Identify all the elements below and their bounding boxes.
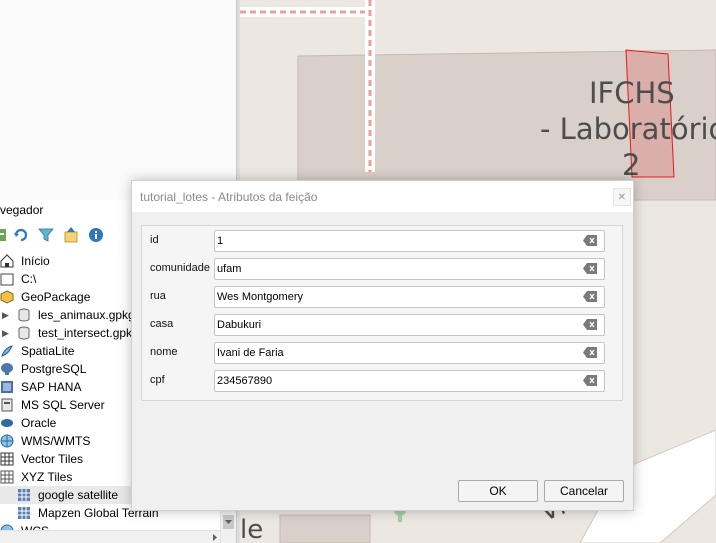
postgresql-icon (0, 362, 14, 376)
panel-empty-area (0, 0, 236, 200)
oracle-icon (0, 416, 14, 430)
tree-item-label: GeoPackage (21, 290, 91, 304)
field-label: comunidade (150, 262, 210, 274)
field-label: cpf (150, 374, 165, 386)
field-row: rua (142, 286, 622, 308)
dialog-title: tutorial_lotes - Atributos da feição (140, 190, 318, 204)
tree-item-label: MS SQL Server (21, 398, 105, 412)
tree-item-label: Início (21, 254, 50, 268)
tree-item-label: SAP HANA (21, 380, 82, 394)
field-label: casa (150, 318, 174, 330)
close-button[interactable]: ✕ (613, 188, 631, 206)
clear-field-icon[interactable] (583, 347, 597, 358)
tile-layer-icon (17, 506, 31, 520)
map-label-line3: 2 (622, 148, 641, 182)
cancel-button[interactable]: Cancelar (544, 480, 624, 502)
clear-field-icon[interactable] (583, 263, 597, 274)
tile-layer-icon (17, 488, 31, 502)
map-label-line1: IFCHS (589, 76, 675, 110)
clear-field-icon[interactable] (583, 235, 597, 246)
mssql-icon (0, 398, 14, 412)
tree-item-label: google satellite (38, 488, 119, 502)
drive-icon (0, 272, 14, 286)
info-icon[interactable] (87, 226, 105, 244)
field-row: id (142, 230, 622, 252)
attribute-form: id comunidade rua casa nome cpf (141, 225, 623, 401)
field-label: nome (150, 346, 178, 358)
field-label: rua (150, 290, 166, 302)
refresh-icon[interactable] (12, 226, 30, 244)
field-row: casa (142, 314, 622, 336)
tree-item-label: WMS/WMTS (21, 434, 91, 448)
collapse-all-icon[interactable] (62, 226, 80, 244)
wms-icon (0, 434, 14, 448)
tree-item-label: les_animaux.gpkg (38, 308, 135, 322)
field-input[interactable] (214, 342, 605, 364)
field-input[interactable] (214, 370, 605, 392)
home-icon (0, 254, 14, 268)
map-label-bottom: le (240, 515, 264, 543)
clear-field-icon[interactable] (583, 291, 597, 302)
spatialite-icon (0, 344, 14, 358)
clear-field-icon[interactable] (583, 375, 597, 386)
browser-panel-title: vegador (0, 203, 44, 217)
vector-tiles-icon (0, 452, 14, 466)
database-icon (17, 308, 31, 322)
tree-item-label: SpatiaLite (21, 344, 75, 358)
tree-item-label: XYZ Tiles (21, 470, 73, 484)
field-input[interactable] (214, 258, 605, 280)
add-icon[interactable] (0, 226, 10, 244)
expand-arrow-icon[interactable]: ▶ (2, 306, 10, 324)
database-icon (17, 326, 31, 340)
tree-item-label: Oracle (21, 416, 57, 430)
field-row: nome (142, 342, 622, 364)
close-icon: ✕ (617, 192, 627, 203)
tree-item-label: test_intersect.gpkg (38, 326, 139, 340)
tree-item-label: PostgreSQL (21, 362, 87, 376)
field-input[interactable] (214, 286, 605, 308)
feature-attributes-dialog: tutorial_lotes - Atributos da feição ✕ i… (131, 180, 634, 511)
tree-item-label: Vector Tiles (21, 452, 84, 466)
expand-arrow-icon[interactable]: ▶ (2, 324, 10, 342)
field-row: cpf (142, 370, 622, 392)
clear-field-icon[interactable] (583, 319, 597, 330)
horizontal-scrollbar[interactable] (0, 530, 220, 543)
geopackage-icon (0, 290, 14, 304)
dialog-titlebar[interactable]: tutorial_lotes - Atributos da feição ✕ (132, 181, 633, 212)
field-input[interactable] (214, 230, 605, 252)
xyz-tiles-icon (0, 470, 14, 484)
field-input[interactable] (214, 314, 605, 336)
building-polygon-lower (279, 514, 371, 543)
sap-hana-icon (0, 380, 14, 394)
map-label-line2: - Laboratório (540, 112, 716, 146)
tree-item-label: C:\ (21, 272, 37, 286)
ok-button[interactable]: OK (458, 480, 538, 502)
field-row: comunidade (142, 258, 622, 280)
scroll-down-arrow[interactable] (223, 515, 234, 529)
filter-icon[interactable] (37, 226, 55, 244)
field-label: id (150, 234, 159, 246)
